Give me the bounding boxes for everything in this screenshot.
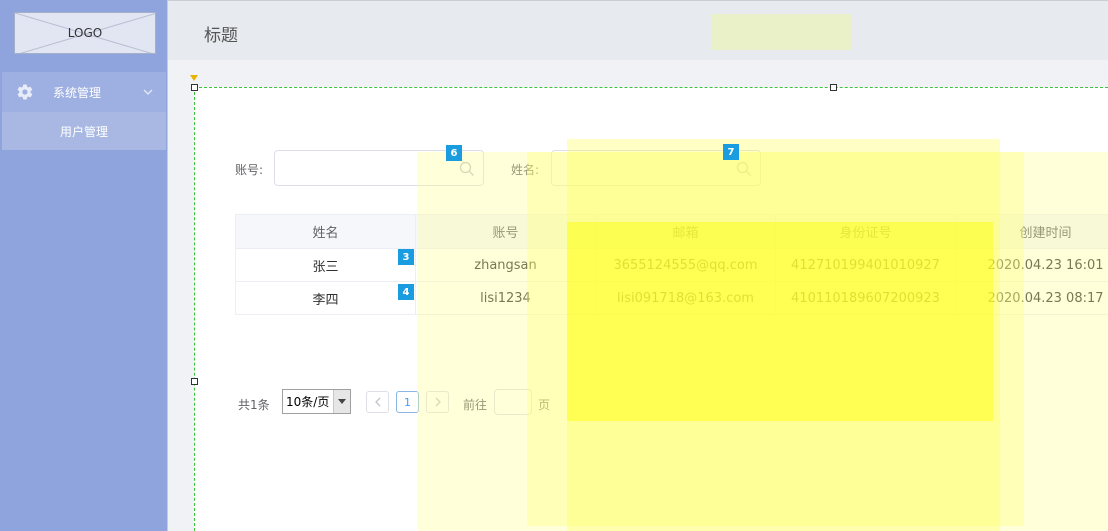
- prev-page-button[interactable]: [366, 391, 389, 413]
- chevron-left-icon: [374, 397, 380, 407]
- annotation-badge: 4: [398, 284, 414, 300]
- user-table: 姓名 账号 邮箱 身份证号 创建时间 张三 zhangsan 365512455…: [235, 214, 1108, 315]
- app-root: LOGO 系统管理 用户管理 标题 账号: 姓名: 姓名 账号 邮箱 身份证号 …: [0, 0, 1108, 531]
- top-header: 标题: [168, 0, 1108, 60]
- column-header-email[interactable]: 邮箱: [595, 214, 776, 249]
- table-cell: lisi1234: [415, 281, 596, 315]
- table-cell: zhangsan: [415, 248, 596, 282]
- sidebar-item-user-management[interactable]: 用户管理: [2, 112, 166, 150]
- table-cell: 张三: [235, 248, 416, 282]
- header-highlight: [712, 14, 852, 50]
- goto-page-input[interactable]: [494, 389, 532, 415]
- table-cell: 410110189607200923: [775, 281, 956, 315]
- annotation-badge: 3: [398, 249, 414, 265]
- menu-head-system[interactable]: 系统管理: [2, 72, 166, 112]
- table-header-row: 姓名 账号 邮箱 身份证号 创建时间: [235, 214, 1108, 249]
- name-label: 姓名:: [511, 163, 540, 177]
- menu-title-system: 系统管理: [53, 86, 102, 100]
- next-page-button[interactable]: [426, 391, 449, 413]
- menu-group-system: 系统管理 用户管理: [2, 72, 166, 150]
- sidebar-item-label: 用户管理: [59, 124, 108, 139]
- goto-label: 前往: [463, 398, 488, 412]
- page-number-label: 1: [404, 395, 411, 409]
- logo-text: LOGO: [67, 26, 103, 40]
- table-cell: 2020.04.23 16:01: [955, 248, 1108, 282]
- table-cell: 3655124555@qq.com: [595, 248, 776, 282]
- page-number-button[interactable]: 1: [396, 391, 419, 413]
- resize-handle-top-center[interactable]: [830, 84, 837, 91]
- column-header-account[interactable]: 账号: [415, 214, 596, 249]
- resize-handle-top-left[interactable]: [191, 84, 198, 91]
- annotation-badge: 6: [446, 145, 462, 161]
- goto-unit: 页: [538, 398, 551, 412]
- search-icon[interactable]: [736, 161, 752, 177]
- column-header-id-number[interactable]: 身份证号: [775, 214, 956, 249]
- table-cell: 412710199401010927: [775, 248, 956, 282]
- page-title: 标题: [204, 26, 238, 46]
- chevron-down-icon: [143, 89, 153, 96]
- account-label: 账号:: [235, 163, 264, 177]
- search-icon[interactable]: [459, 161, 475, 177]
- table-row[interactable]: 张三 zhangsan 3655124555@qq.com 4127101994…: [235, 248, 1108, 282]
- pagination-total: 共1条: [238, 398, 270, 412]
- sidebar: LOGO 系统管理 用户管理: [0, 0, 168, 531]
- logo: LOGO: [14, 12, 156, 54]
- column-header-created-time[interactable]: 创建时间: [955, 214, 1108, 249]
- annotation-badge: 7: [723, 144, 739, 160]
- table-row[interactable]: 李四 lisi1234 lisi091718@163.com 410110189…: [235, 281, 1108, 315]
- resize-handle-middle-left[interactable]: [191, 378, 198, 385]
- column-header-name[interactable]: 姓名: [235, 214, 416, 249]
- page-size-value: 10条/页: [286, 395, 330, 409]
- gear-icon: [17, 84, 33, 100]
- dropdown-arrow-icon[interactable]: [333, 390, 350, 413]
- table-cell: 李四: [235, 281, 416, 315]
- anchor-marker-icon: [190, 75, 198, 81]
- chevron-right-icon: [435, 397, 441, 407]
- page-size-select[interactable]: 10条/页: [282, 389, 351, 414]
- table-cell: 2020.04.23 08:17: [955, 281, 1108, 315]
- table-cell: lisi091718@163.com: [595, 281, 776, 315]
